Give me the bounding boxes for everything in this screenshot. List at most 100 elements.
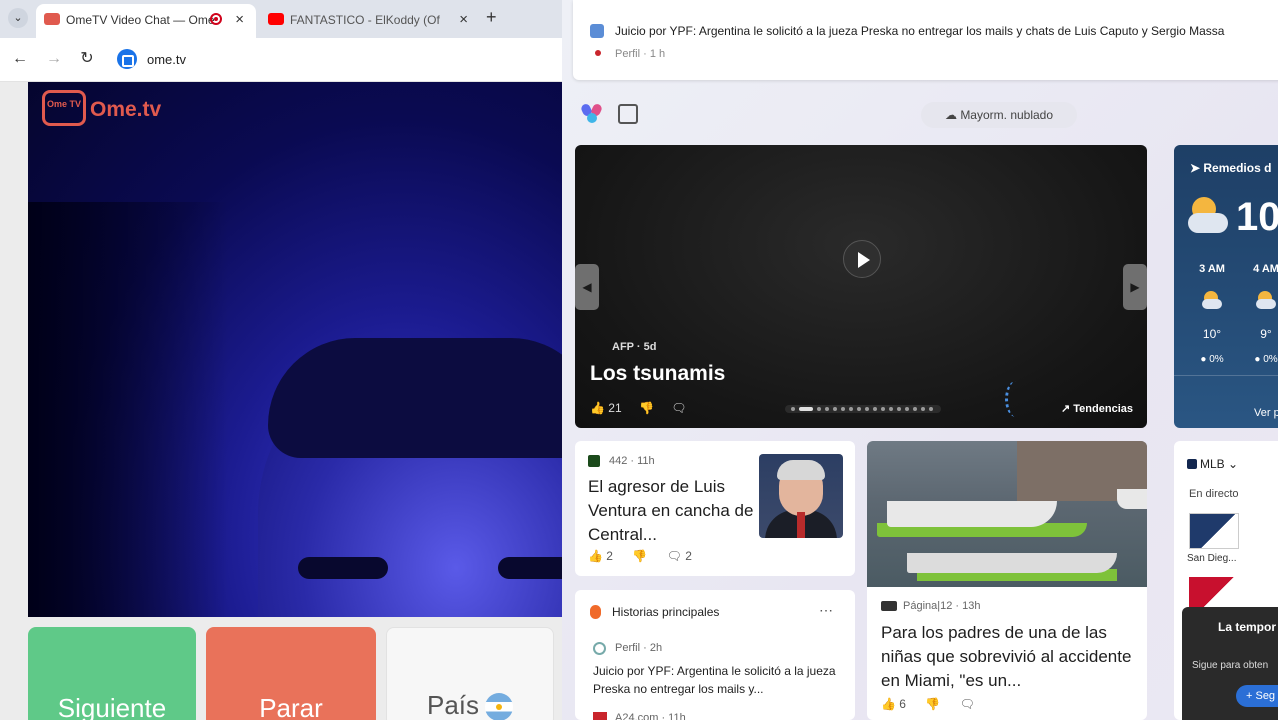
comment-count: 2 <box>685 549 692 563</box>
news-thumbnail <box>759 454 843 538</box>
weather-card[interactable]: ➤ Remedios d 10 3 AM 10° ● 0% 4 AM 9° ● … <box>1174 145 1278 428</box>
tab-title: OmeTV Video Chat — Ome <box>66 13 215 27</box>
ometv-page: Siguiente Parar País <box>0 82 562 720</box>
tv-logo-icon: Ome TV <box>42 90 86 126</box>
browser-toolbar: ← → ↻ ome.tv <box>0 38 562 82</box>
source-pagina12-icon <box>881 601 897 611</box>
popup-title: La tempor <box>1218 620 1277 634</box>
source-a24-icon <box>593 712 607 720</box>
live-label: En directo <box>1189 488 1239 500</box>
widgets-toolbar: ☁ Mayorm. nublado <box>562 90 1278 138</box>
next-button[interactable]: Siguiente <box>28 627 196 720</box>
play-icon[interactable] <box>843 240 881 278</box>
comment-icon[interactable]: 🗨 <box>960 697 975 711</box>
tab-search-chevron-icon[interactable]: ⌄ <box>8 8 28 28</box>
current-temperature: 10 <box>1236 195 1278 239</box>
chess-board-icon[interactable] <box>618 104 638 124</box>
news-notification[interactable]: Juicio por YPF: Argentina le solicitó a … <box>573 0 1278 80</box>
video-eye-left <box>298 557 388 579</box>
news-reactions: 👍 6 👎 🗨 <box>881 697 991 711</box>
carousel-prev-arrow-icon[interactable]: ◀ <box>575 264 599 310</box>
flame-icon <box>590 605 601 619</box>
reload-icon[interactable]: ↻ <box>76 48 98 70</box>
follow-button[interactable]: + Seg <box>1236 685 1278 707</box>
news-source: Página|12 · 13h <box>903 600 981 612</box>
news-app-icon <box>590 24 604 38</box>
notification-headline: Juicio por YPF: Argentina le solicitó a … <box>615 24 1225 38</box>
ometv-favicon-icon <box>44 13 60 25</box>
carousel-next-arrow-icon[interactable]: ▶ <box>1123 264 1147 310</box>
recording-indicator-icon <box>210 13 222 25</box>
partly-cloudy-icon <box>1202 291 1222 311</box>
hour-label: 3 AM <box>1199 263 1225 275</box>
source-perfil-icon <box>593 642 606 655</box>
trending-text: Tendencias <box>1073 403 1133 415</box>
argentina-flag-icon <box>485 693 514 720</box>
close-tab-icon[interactable]: × <box>235 11 244 28</box>
partly-cloudy-night-icon <box>1188 197 1228 237</box>
youtube-favicon-icon <box>268 13 284 25</box>
weather-pill-label: Mayorm. nublado <box>960 108 1054 122</box>
hour-precip: ● 0% <box>1200 354 1224 365</box>
country-label: País <box>426 690 480 720</box>
country-button[interactable]: País <box>386 627 554 720</box>
notification-meta: Perfil · 1 h <box>615 48 666 60</box>
see-more-link[interactable]: Ver p <box>1254 407 1278 419</box>
widgets-home-icon[interactable] <box>579 102 604 124</box>
video-eye-right <box>498 557 562 579</box>
like-count: 21 <box>608 401 622 415</box>
like-icon[interactable]: 👍 6 <box>881 697 906 711</box>
popup-description: Sigue para obten <box>1192 660 1269 671</box>
carousel-dots[interactable] <box>785 405 941 413</box>
like-icon[interactable]: 👍 2 <box>588 549 613 563</box>
hero-reactions: 👍 21 👎 🗨 <box>590 401 701 415</box>
weather-location: ➤ Remedios d <box>1190 161 1272 175</box>
new-tab-plus-icon[interactable]: + <box>486 7 497 28</box>
comment-icon[interactable]: 🗨 2 <box>667 549 692 563</box>
weather-pill[interactable]: ☁ Mayorm. nublado <box>921 102 1077 128</box>
source-dot-icon <box>595 50 601 56</box>
news-headline[interactable]: Para los padres de una de las niñas que … <box>881 621 1137 693</box>
back-arrow-icon[interactable]: ← <box>9 48 31 70</box>
loading-spinner-icon <box>1005 381 1027 417</box>
top-stories-card[interactable]: Historias principales ⋯ Perfil · 2h Juic… <box>575 590 855 720</box>
mlb-title[interactable]: MLB ⌄ <box>1200 457 1238 471</box>
tab-title: FANTASTICO - ElKoddy (Oficial <box>290 13 440 27</box>
dislike-icon[interactable]: 👎 <box>925 697 940 711</box>
forward-arrow-icon[interactable]: → <box>43 48 65 70</box>
source-442-icon <box>588 455 600 467</box>
tab-strip: ⌄ OmeTV Video Chat — Ome × FANTASTICO - … <box>0 0 562 38</box>
like-icon[interactable]: 👍 21 <box>590 401 622 415</box>
divider <box>1174 375 1278 376</box>
more-options-icon[interactable]: ⋯ <box>819 602 833 619</box>
site-info-icon[interactable] <box>117 49 137 69</box>
hour-label: 4 AM <box>1253 263 1278 275</box>
comment-icon[interactable]: 🗨 <box>671 401 686 415</box>
hour-precip: ● 0% <box>1254 354 1278 365</box>
tab-ometv[interactable]: OmeTV Video Chat — Ome × <box>36 4 256 38</box>
stop-button[interactable]: Parar <box>206 627 376 720</box>
news-headline[interactable]: El agresor de Luis Ventura en cancha de … <box>588 475 758 547</box>
padres-logo-icon <box>1189 513 1239 549</box>
hour-temp: 10° <box>1202 327 1222 341</box>
news-card-miami[interactable]: Página|12 · 13h Para los padres de una d… <box>867 441 1147 720</box>
dislike-icon[interactable]: 👎 <box>639 401 654 415</box>
dislike-icon[interactable]: 👎 <box>632 549 647 563</box>
address-bar[interactable]: ome.tv <box>147 52 186 67</box>
follow-popup: La tempor Sigue para obten + Seg <box>1182 607 1278 720</box>
hero-video-card[interactable]: ◀ ▶ AFP · 5d Los tsunamis 👍 21 👎 🗨 ↗ Ten… <box>575 145 1147 428</box>
tab-youtube[interactable]: FANTASTICO - ElKoddy (Oficial × <box>260 4 480 38</box>
logo-text: Ome.tv <box>90 98 162 121</box>
precip-value: 0% <box>1209 354 1224 365</box>
boats-image <box>867 441 1147 587</box>
like-count: 6 <box>899 697 906 711</box>
webcam-video <box>28 82 562 617</box>
close-tab-icon[interactable]: × <box>459 11 468 28</box>
news-card-luis-ventura[interactable]: 442 · 11h El agresor de Luis Ventura en … <box>575 441 855 576</box>
hero-title[interactable]: Los tsunamis <box>590 362 725 386</box>
trending-label[interactable]: ↗ Tendencias <box>1061 402 1133 415</box>
story-source: Perfil · 2h <box>615 642 663 654</box>
precip-value: 0% <box>1263 354 1278 365</box>
location-name: Remedios d <box>1203 161 1272 175</box>
story-text[interactable]: Juicio por YPF: Argentina le solicitó a … <box>593 662 843 698</box>
